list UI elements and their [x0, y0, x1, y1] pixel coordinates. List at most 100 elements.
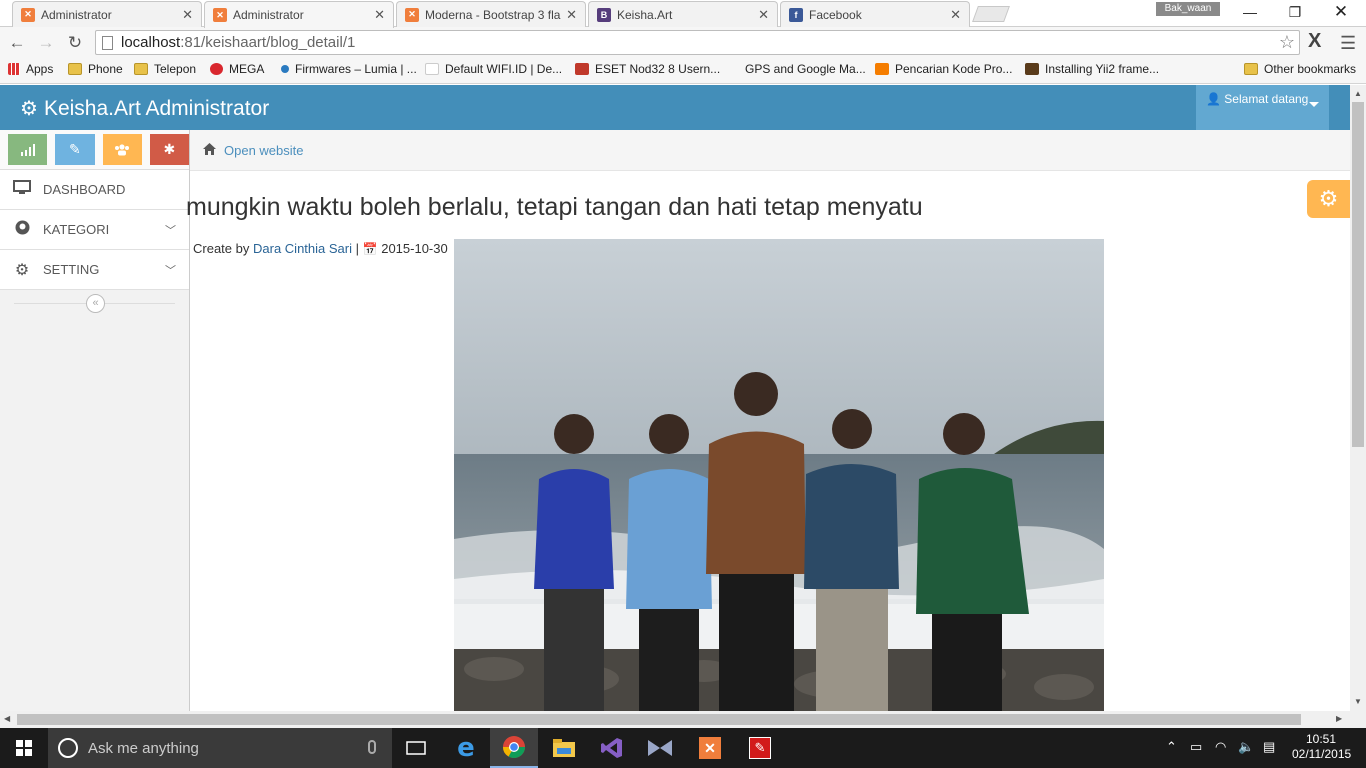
- bookmark-eset[interactable]: ESET Nod32 8 Usern...: [575, 62, 720, 76]
- chrome-menu-icon[interactable]: ☰: [1340, 33, 1356, 54]
- profile-badge[interactable]: Bak_waan: [1156, 2, 1220, 16]
- admin-navbar: ⚙ Keisha.Art Administrator 👤 Selamat dat…: [0, 85, 1350, 130]
- bookmark-label: Installing Yii2 frame...: [1045, 62, 1160, 76]
- author-link[interactable]: Dara Cinthia Sari: [253, 241, 352, 256]
- task-view-icon[interactable]: [392, 728, 440, 768]
- sidebar-item-setting[interactable]: ⚙ SETTING ﹀: [0, 250, 189, 290]
- sidebar-item-kategori[interactable]: KATEGORI ﹀: [0, 210, 189, 250]
- reload-icon[interactable]: ↻: [64, 32, 86, 54]
- xampp-icon[interactable]: ✕: [686, 728, 734, 768]
- cortana-search-box[interactable]: Ask me anything: [48, 728, 392, 768]
- scroll-up-icon[interactable]: ▲: [1354, 89, 1362, 98]
- brand[interactable]: ⚙ Keisha.Art Administrator: [20, 96, 269, 121]
- url-host: localhost: [121, 34, 181, 51]
- page-icon: [425, 63, 439, 75]
- scrollbar-corner: [1350, 711, 1366, 728]
- browser-tab-active[interactable]: ✕ Administrator ✕: [204, 1, 394, 28]
- sidebar-item-label: KATEGORI: [43, 222, 110, 237]
- vertical-scrollbar[interactable]: ▲ ▼: [1350, 85, 1366, 711]
- folder-icon: [134, 63, 148, 75]
- ace-settings-button[interactable]: ⚙: [1307, 180, 1350, 218]
- window-close-icon[interactable]: ✕: [1329, 2, 1353, 22]
- bookmark-phone[interactable]: Phone: [68, 62, 123, 76]
- users-icon: [115, 143, 130, 155]
- wifi-icon[interactable]: ◠: [1215, 739, 1226, 755]
- scroll-down-icon[interactable]: ▼: [1354, 697, 1362, 706]
- browser-tab[interactable]: f Facebook ✕: [780, 1, 970, 27]
- extension-x-icon[interactable]: X: [1308, 30, 1321, 53]
- user-menu[interactable]: 👤 Selamat datang: [1196, 85, 1329, 130]
- bookmarks-bar: Apps Phone Telepon MEGA Firmwares – Lumi…: [0, 58, 1366, 84]
- sidebar-item-dashboard[interactable]: DASHBOARD: [0, 170, 189, 210]
- back-arrow-icon[interactable]: ←: [6, 32, 28, 54]
- restore-icon[interactable]: ❐: [1283, 2, 1307, 22]
- new-tab-button[interactable]: [972, 6, 1010, 22]
- pencil-shortcut-button[interactable]: ✎: [55, 134, 95, 165]
- visual-studio-blend-icon[interactable]: [636, 728, 684, 768]
- sidebar-shortcuts: ✎ ✱: [0, 130, 189, 170]
- forward-arrow-icon[interactable]: →: [35, 32, 57, 54]
- close-icon[interactable]: ✕: [374, 7, 385, 23]
- file-explorer-icon[interactable]: [540, 728, 588, 768]
- close-icon[interactable]: ✕: [182, 7, 193, 23]
- address-bar[interactable]: localhost:81/keishaart/blog_detail/1 ☆: [95, 30, 1300, 55]
- horizontal-scrollbar[interactable]: ◀ ▶: [0, 711, 1350, 728]
- pencil-icon: ✎: [69, 141, 81, 157]
- bookmark-label: Phone: [88, 62, 123, 76]
- visual-studio-icon[interactable]: [588, 728, 636, 768]
- bookmark-mega[interactable]: MEGA: [210, 62, 264, 76]
- close-icon[interactable]: ✕: [950, 7, 961, 23]
- battery-icon[interactable]: ▭: [1190, 739, 1202, 755]
- tab-title: Administrator: [233, 8, 304, 22]
- create-by-label: Create by: [193, 241, 250, 256]
- tab-title: Moderna - Bootstrap 3 fla: [425, 7, 561, 22]
- app-red-icon[interactable]: ✎: [736, 728, 784, 768]
- chrome-icon[interactable]: [490, 728, 538, 768]
- caret-down-icon: [1309, 102, 1319, 107]
- cog-shortcut-button[interactable]: ✱: [149, 134, 189, 165]
- bookmark-telepon[interactable]: Telepon: [134, 62, 196, 76]
- bookmark-apps[interactable]: Apps: [8, 62, 53, 76]
- show-hidden-icons[interactable]: ⌃: [1166, 739, 1177, 755]
- open-website-link[interactable]: Open website: [224, 143, 304, 158]
- horizontal-scroll-thumb[interactable]: [17, 714, 1301, 725]
- signal-shortcut-button[interactable]: [8, 134, 48, 165]
- xampp-icon: ✕: [213, 8, 227, 22]
- web-page: ⚙ Keisha.Art Administrator 👤 Selamat dat…: [0, 85, 1350, 711]
- edge-icon[interactable]: e: [442, 728, 490, 768]
- bookmark-label: ESET Nod32 8 Usern...: [595, 62, 721, 76]
- scroll-right-icon[interactable]: ▶: [1336, 714, 1342, 723]
- bookmark-firmwares[interactable]: Firmwares – Lumia | ...: [281, 62, 417, 76]
- browser-tab[interactable]: B Keisha.Art ✕: [588, 1, 778, 27]
- bookmark-star-icon[interactable]: ☆: [1279, 32, 1295, 53]
- microphone-icon[interactable]: [368, 740, 376, 754]
- bookmark-yii2[interactable]: Installing Yii2 frame...: [1025, 62, 1159, 76]
- calendar-icon: 📅: [362, 242, 378, 256]
- bookmark-other[interactable]: Other bookmarks: [1244, 62, 1356, 76]
- user-icon: 👤: [1206, 92, 1221, 106]
- bookmark-wifi-id[interactable]: Default WIFI.ID | De...: [425, 62, 562, 76]
- home-icon: [203, 142, 216, 158]
- bookmark-label: Apps: [26, 62, 54, 76]
- volume-icon[interactable]: 🔈: [1238, 739, 1254, 755]
- github-icon: [12, 220, 32, 240]
- bookmark-pencarian[interactable]: Pencarian Kode Pro...: [875, 62, 1012, 76]
- browser-tab[interactable]: ✕ Administrator ✕: [12, 1, 202, 27]
- double-angle-left-icon[interactable]: «: [86, 294, 105, 313]
- chevron-down-icon: ﹀: [165, 265, 176, 277]
- bookmark-gps[interactable]: GPS and Google Ma...: [725, 62, 866, 76]
- system-clock[interactable]: 10:51 02/11/2015: [1292, 732, 1351, 762]
- close-icon[interactable]: ✕: [566, 7, 577, 23]
- vertical-scroll-thumb[interactable]: [1352, 102, 1364, 447]
- notification-icon[interactable]: ▤: [1263, 739, 1275, 755]
- browser-tab[interactable]: ✕ Moderna - Bootstrap 3 fla ✕: [396, 1, 586, 27]
- brand-title: Keisha.Art Administrator: [43, 96, 270, 120]
- search-placeholder: Ask me anything: [88, 739, 199, 757]
- scroll-left-icon[interactable]: ◀: [4, 714, 10, 723]
- xampp-icon: ✕: [21, 7, 35, 22]
- users-shortcut-button[interactable]: [102, 134, 142, 165]
- close-icon[interactable]: ✕: [758, 7, 769, 23]
- minimize-icon[interactable]: —: [1238, 2, 1262, 22]
- blogger-icon: [875, 63, 889, 75]
- windows-start-button[interactable]: [0, 728, 48, 768]
